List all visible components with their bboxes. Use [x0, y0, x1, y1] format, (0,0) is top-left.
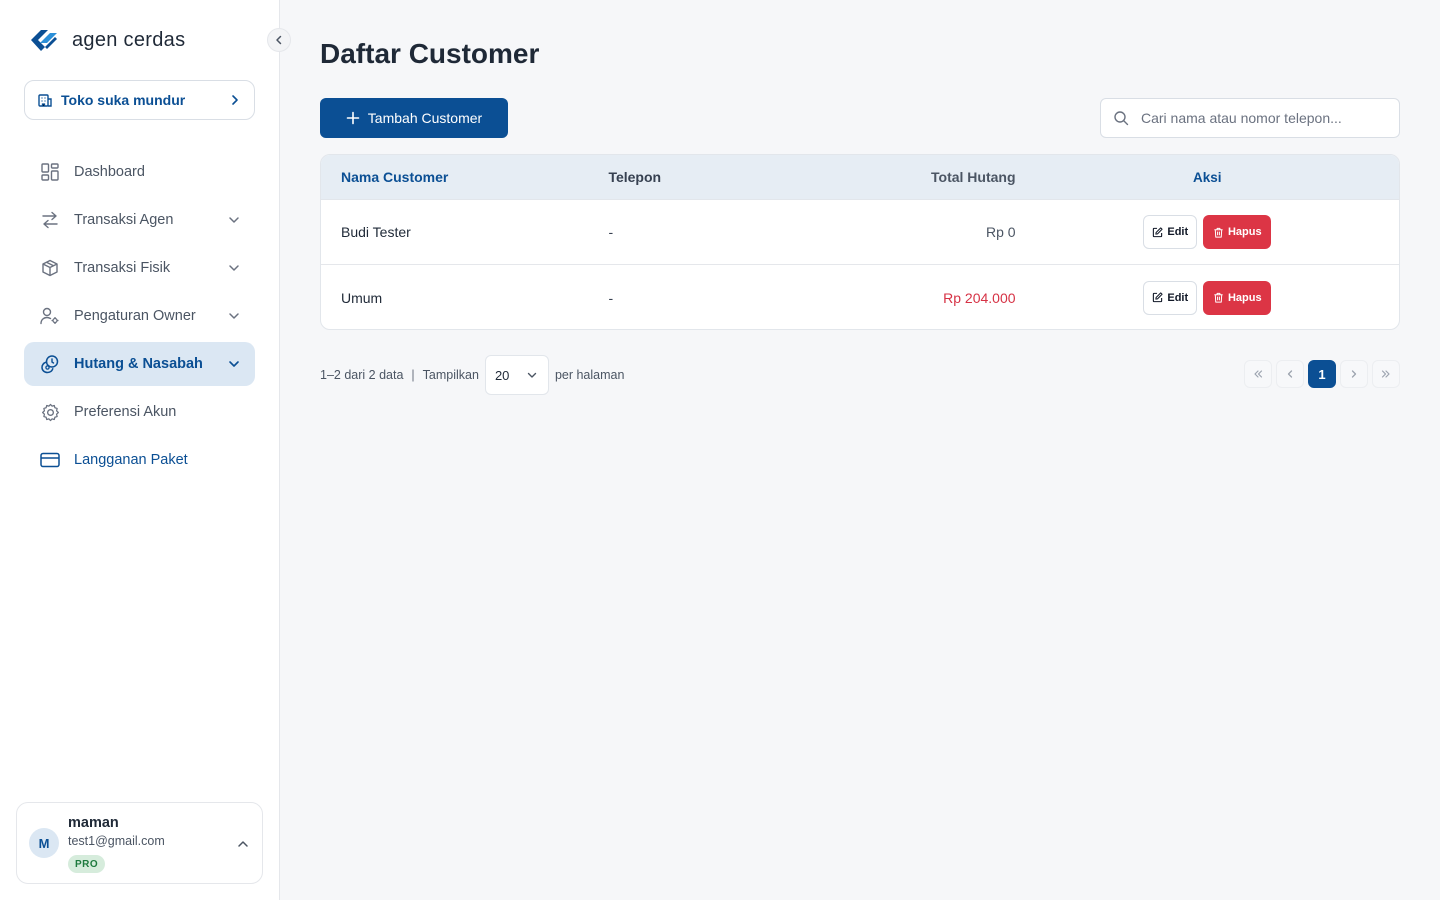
add-customer-button[interactable]: Tambah Customer [320, 98, 508, 138]
box-icon [40, 258, 60, 278]
chevrons-left-icon [1254, 370, 1263, 378]
customer-debt: Rp 0 [985, 224, 1016, 240]
per-page-suffix: per halaman [554, 368, 625, 382]
gear-icon [40, 402, 60, 422]
delete-label: Hapus [1227, 291, 1262, 304]
column-header-name[interactable]: Nama Customer [321, 169, 608, 185]
last-page-button[interactable] [1372, 360, 1400, 388]
prev-page-button[interactable] [1276, 360, 1304, 388]
sidebar-item-label: Pengaturan Owner [74, 308, 196, 324]
delete-button[interactable]: Hapus [1203, 215, 1272, 249]
customer-debt: Rp 204.000 [943, 289, 1016, 306]
sidebar-item-langganan-paket[interactable]: Langganan Paket [24, 438, 255, 482]
user-name: maman [68, 815, 119, 831]
pagination-summary: 1–2 dari 2 data [320, 368, 404, 382]
customer-name: Budi Tester [341, 224, 411, 240]
chevron-left-icon [1287, 370, 1293, 378]
column-header-total[interactable]: Total Hutang [805, 169, 1016, 185]
search-box[interactable] [1100, 98, 1400, 138]
table-header: Nama Customer Telepon Total Hutang Aksi [321, 155, 1399, 200]
row-actions: Edit Hapus [1016, 215, 1399, 249]
sidebar-item-hutang-nasabah[interactable]: Hutang & Nasabah [24, 342, 255, 386]
per-page-value: 20 [494, 367, 510, 383]
brand-name: agen cerdas [72, 28, 186, 51]
credit-card-icon [40, 450, 60, 470]
show-label: Tampilkan [422, 368, 479, 382]
chevron-right-icon [232, 95, 238, 105]
sidebar-item-dashboard[interactable]: Dashboard [24, 150, 255, 194]
sidebar-item-label: Dashboard [74, 164, 145, 180]
table-row: Budi Tester - Rp 0 Edit Hapus [321, 200, 1399, 265]
user-gear-icon [40, 306, 60, 326]
column-header-action: Aksi [1193, 169, 1222, 185]
building-icon [38, 94, 52, 107]
sidebar: agen cerdas Toko suka mundur Dashboard T… [0, 0, 291, 900]
sidebar-item-label: Transaksi Agen [74, 212, 174, 228]
chevron-right-icon [1351, 370, 1357, 378]
table-footer: 1–2 dari 2 data | Tampilkan 20 per halam… [320, 355, 1400, 395]
page-title: Daftar Customer [320, 38, 540, 69]
chevron-down-icon [229, 217, 239, 223]
page-button-current[interactable]: 1 [1308, 360, 1336, 388]
collapse-sidebar-button[interactable] [267, 28, 291, 52]
coins-icon [40, 354, 60, 374]
next-page-button[interactable] [1340, 360, 1368, 388]
avatar: M [29, 828, 59, 858]
footer-divider: | [411, 368, 415, 382]
edit-label: Edit [1167, 226, 1189, 238]
chevron-down-icon [229, 313, 239, 319]
plus-icon [346, 111, 360, 125]
brand[interactable]: agen cerdas [28, 26, 185, 54]
customer-table: Nama Customer Telepon Total Hutang Aksi … [320, 154, 1400, 330]
sidebar-item-transaksi-agen[interactable]: Transaksi Agen [24, 198, 255, 242]
chevron-down-icon [229, 265, 239, 271]
chevrons-right-icon [1381, 370, 1390, 378]
column-header-phone[interactable]: Telepon [608, 169, 805, 185]
user-email: test1@gmail.com [68, 834, 165, 848]
edit-button[interactable]: Edit [1143, 280, 1198, 315]
user-menu[interactable]: M maman test1@gmail.com PRO [16, 802, 263, 884]
table-row: Umum - Rp 204.000 Edit Hapus [321, 265, 1399, 329]
trash-icon [1214, 227, 1223, 238]
delete-label: Hapus [1227, 226, 1262, 238]
chevron-up-icon [238, 841, 248, 847]
grid-icon [40, 162, 60, 182]
edit-icon [1153, 292, 1163, 303]
brand-logo-icon [31, 30, 57, 51]
sidebar-item-label: Transaksi Fisik [74, 260, 171, 276]
first-page-button[interactable] [1244, 360, 1272, 388]
customer-name: Umum [341, 289, 383, 306]
row-actions: Edit Hapus [1016, 280, 1399, 315]
sidebar-item-transaksi-fisik[interactable]: Transaksi Fisik [24, 246, 255, 290]
sidebar-item-label: Preferensi Akun [74, 404, 177, 420]
sidebar-item-label: Langganan Paket [74, 452, 188, 468]
delete-button[interactable]: Hapus [1203, 280, 1272, 315]
edit-label: Edit [1167, 291, 1189, 304]
chevron-left-icon [276, 35, 282, 45]
trash-icon [1214, 292, 1223, 303]
add-customer-label: Tambah Customer [367, 110, 483, 126]
store-selector[interactable]: Toko suka mundur [24, 80, 255, 120]
sidebar-item-pengaturan-owner[interactable]: Pengaturan Owner [24, 294, 255, 338]
sidebar-item-preferensi-akun[interactable]: Preferensi Akun [24, 390, 255, 434]
sidebar-item-label: Hutang & Nasabah [74, 356, 203, 372]
per-page-select[interactable]: 20 [484, 355, 549, 395]
search-input[interactable] [1141, 110, 1387, 126]
customer-phone: - [608, 289, 614, 306]
edit-icon [1153, 226, 1163, 237]
chevron-down-icon [229, 361, 239, 367]
edit-button[interactable]: Edit [1143, 215, 1198, 249]
plan-badge: PRO [68, 855, 106, 873]
chevron-down-icon [527, 372, 537, 378]
search-icon [1114, 111, 1129, 126]
store-name: Toko suka mundur [61, 92, 186, 108]
pagination: 1 [1244, 360, 1400, 388]
sidebar-nav: Dashboard Transaksi Agen Transaksi Fisik… [24, 150, 255, 486]
arrows-swap-icon [40, 210, 60, 230]
customer-phone: - [608, 224, 614, 240]
